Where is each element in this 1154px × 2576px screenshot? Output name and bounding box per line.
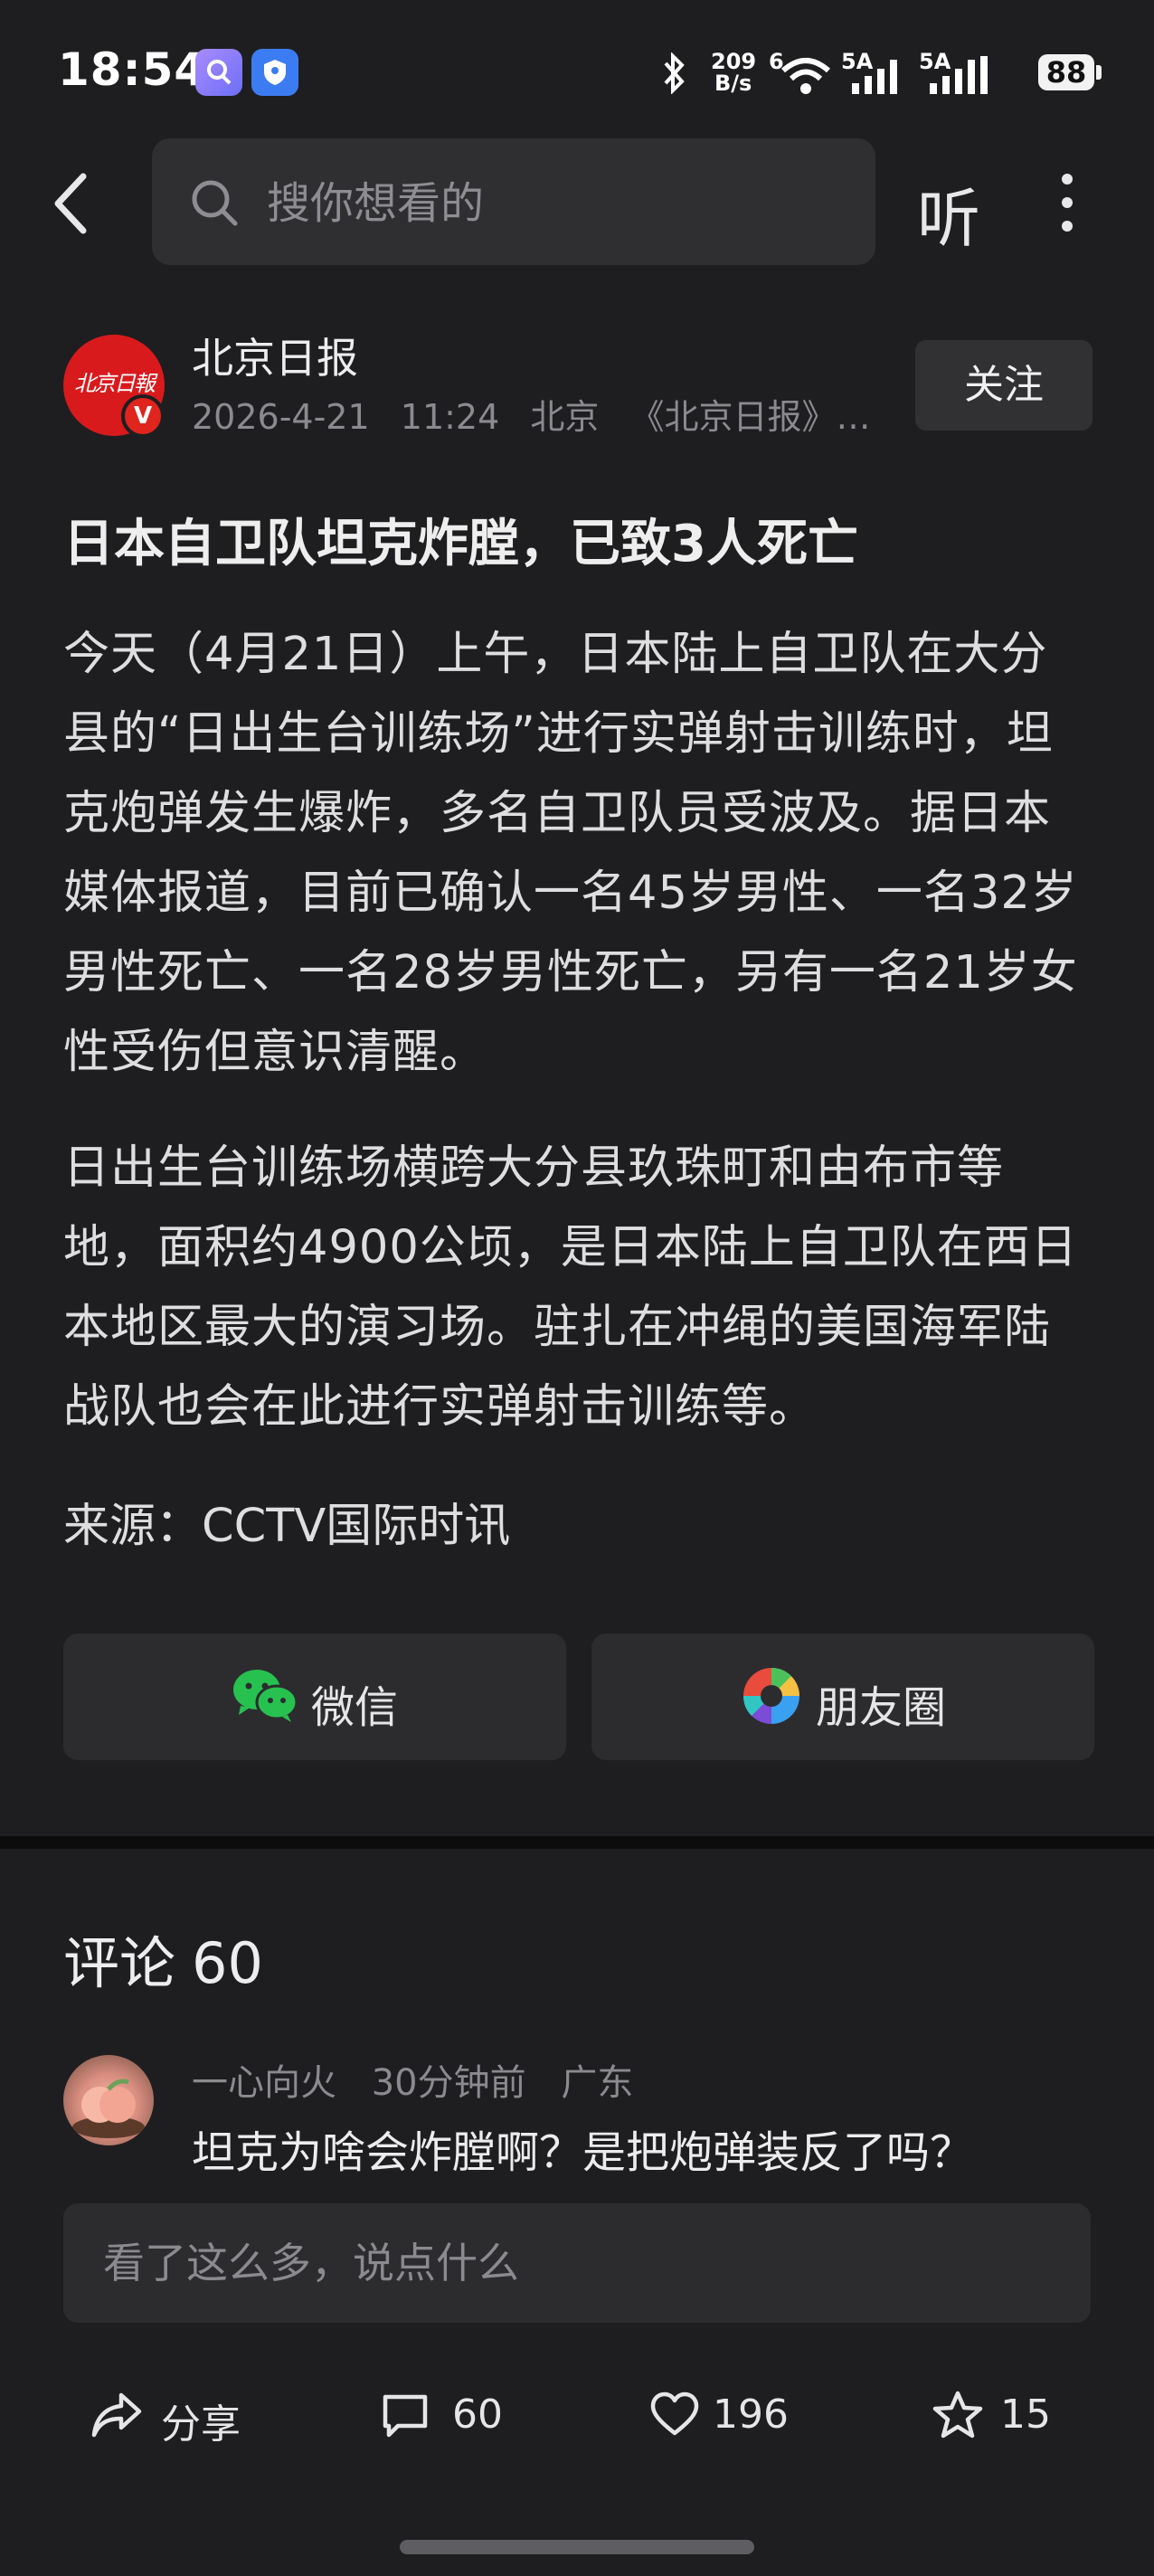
- net-speed-value: 209: [711, 49, 757, 74]
- battery-icon: [1096, 65, 1102, 80]
- more-options-button[interactable]: [1049, 166, 1085, 239]
- comments-heading: 评论 60: [63, 1918, 279, 1999]
- wifi-icon: [781, 58, 830, 94]
- comment-input[interactable]: [63, 2203, 1091, 2323]
- comment-bubble-icon: [383, 2394, 428, 2438]
- author-logo-text: 北京日報: [74, 371, 156, 396]
- comments-count: 60: [192, 1930, 263, 1996]
- comment-meta: 一心向火 30分钟前 广东: [192, 2053, 657, 2106]
- share-wechat-label: 微信: [311, 1682, 399, 1733]
- peach-avatar-icon: [72, 2079, 145, 2138]
- post-location: 北京: [530, 397, 600, 437]
- search-input[interactable]: [265, 171, 847, 236]
- search-bar[interactable]: [152, 138, 875, 265]
- article-source: 来源：CCTV国际时讯: [63, 1500, 511, 1553]
- status-time: 18:54: [58, 43, 207, 96]
- section-divider: [0, 1836, 1154, 1849]
- star-icon: [932, 2391, 983, 2439]
- share-moments-label: 朋友圈: [816, 1682, 947, 1733]
- heart-icon: [650, 2391, 699, 2436]
- share-moments-button[interactable]: 朋友圈: [591, 1634, 1094, 1760]
- share-wechat-button[interactable]: 微信: [63, 1634, 566, 1760]
- comment-action-count: 60: [452, 2391, 503, 2438]
- more-dot-icon: [1062, 174, 1073, 185]
- comment-time: 30分钟前: [371, 2062, 526, 2104]
- article-paragraph: 今天（4月21日）上午，日本陆上自卫队在大分县的“日出生台训练场”进行实弹射击训…: [63, 628, 1078, 1079]
- follow-button[interactable]: 关注: [915, 340, 1093, 431]
- post-date: 2026-4-21: [192, 397, 370, 437]
- status-bar: 18:54 209 B/s 6 5A 5A 88: [0, 0, 1154, 136]
- post-time: 11:24: [400, 397, 500, 437]
- home-indicator[interactable]: [400, 2540, 754, 2554]
- comment-username[interactable]: 一心向火: [192, 2062, 336, 2104]
- verified-badge: V: [121, 394, 165, 438]
- post-meta: 2026-4-21 11:24 北京 《北京日报》官方账号: [192, 389, 879, 439]
- security-shield-icon: [251, 49, 298, 96]
- post-publication: 《北京日报》官方账号: [629, 397, 879, 437]
- signal-strength-icon: [852, 60, 897, 94]
- search-icon: [192, 180, 238, 226]
- author-name[interactable]: 北京日报: [192, 326, 358, 385]
- share-action-label: 分享: [161, 2401, 241, 2448]
- ai-assistant-app-icon: [195, 49, 242, 96]
- more-dot-icon: [1062, 197, 1073, 208]
- comments-heading-label: 评论: [63, 1930, 176, 1996]
- article-title: 日本自卫队坦克炸膛，已致3人死亡: [63, 515, 858, 573]
- share-arrow-icon: [91, 2392, 142, 2438]
- net-speed-unit: B/s: [714, 71, 752, 96]
- listen-button[interactable]: 听: [917, 168, 980, 260]
- back-button[interactable]: [45, 167, 99, 240]
- bluetooth-icon: [664, 52, 685, 94]
- wechat-icon: [233, 1670, 298, 1722]
- comment-text[interactable]: 坦克为啥会炸膛啊？是把炮弹装反了吗？: [192, 2117, 973, 2180]
- comment-avatar[interactable]: [63, 2055, 154, 2145]
- favorite-action-count: 15: [1000, 2391, 1051, 2438]
- comment-location: 广东: [561, 2062, 634, 2104]
- article-paragraph: 日出生台训练场横跨大分县玖珠町和由布市等地，面积约4900公顷，是日本陆上自卫队…: [63, 1141, 1078, 1434]
- more-dot-icon: [1062, 221, 1073, 232]
- signal-strength-icon: [930, 56, 988, 94]
- battery-indicator: 88: [1038, 54, 1094, 90]
- moments-aperture-icon: [743, 1667, 799, 1724]
- chevron-left-icon: [54, 173, 87, 234]
- like-action-count: 196: [713, 2391, 789, 2438]
